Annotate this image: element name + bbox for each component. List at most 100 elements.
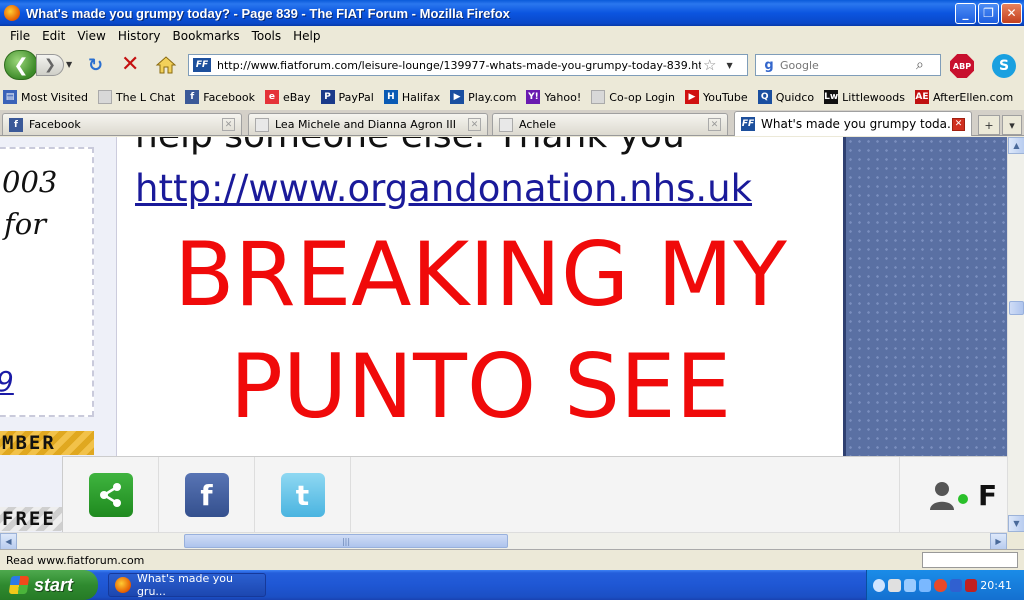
scroll-down-icon[interactable]: ▼ [1008, 515, 1024, 532]
tray-expand-icon[interactable] [873, 578, 886, 592]
share-icon [88, 473, 133, 517]
new-tab-button[interactable]: + [978, 115, 1000, 135]
menu-file[interactable]: File [4, 29, 36, 43]
bookmark-item[interactable]: H Halifax [383, 90, 441, 104]
post-headline-line-1: BREAKING MY [174, 223, 787, 326]
share-button[interactable] [63, 457, 159, 533]
facebook-icon: f [9, 117, 23, 132]
tab-grumpy-active[interactable]: FF What's made you grumpy toda... ✕ [734, 111, 972, 136]
horizontal-scroll-thumb[interactable]: ||| [184, 534, 508, 548]
forward-button[interactable]: ❯ [36, 54, 64, 76]
back-button[interactable]: ❮ [4, 50, 38, 80]
clock: 20:41 [980, 578, 1012, 592]
user-join-year: 003 [2, 165, 58, 199]
fiatforum-icon: FF [741, 117, 755, 131]
firefox-icon [4, 5, 20, 21]
url-dropdown-icon[interactable]: ▼ [726, 61, 732, 70]
start-label: start [34, 574, 74, 595]
search-icon[interactable]: ⌕ [916, 57, 924, 73]
url-input[interactable] [217, 58, 701, 72]
tab-close-icon[interactable]: ✕ [222, 118, 235, 131]
online-status-icon [958, 494, 968, 504]
tab-bar: f Facebook ✕ Lea Michele and Dianna Agro… [0, 110, 1024, 136]
bookmark-item[interactable]: Y! Yahoo! [526, 90, 581, 104]
facebook-share-button[interactable]: f [159, 457, 255, 533]
bookmark-item[interactable]: The L Chat [97, 90, 175, 104]
member-badge: MBER [0, 431, 94, 455]
page-icon [591, 90, 606, 104]
menu-tools[interactable]: Tools [246, 29, 288, 43]
bookmark-item[interactable]: P PayPal [320, 90, 374, 104]
volume-icon[interactable] [918, 578, 932, 592]
minimize-button[interactable]: _ [955, 2, 976, 24]
search-box[interactable]: g ⌕ [755, 54, 941, 76]
bookmark-item[interactable]: Q Quidco [757, 90, 814, 104]
bookmark-item[interactable]: e eBay [264, 90, 311, 104]
tab-close-icon[interactable]: ✕ [952, 117, 965, 131]
bookmark-item[interactable]: ▶ YouTube [684, 90, 748, 104]
bookmark-item[interactable]: f Facebook [185, 90, 255, 104]
reload-icon[interactable]: ↻ [88, 55, 108, 76]
horizontal-scrollbar[interactable]: ◀ ||| ▶ [0, 532, 1007, 550]
bookmark-item[interactable]: ▤ Most Visited [3, 90, 88, 104]
user-icon [928, 480, 956, 510]
security-icon[interactable] [964, 578, 978, 592]
skype-icon[interactable]: S [992, 54, 1016, 78]
adblock-icon[interactable]: ABP [950, 54, 974, 78]
tab-label: What's made you grumpy toda... [761, 117, 952, 131]
google-icon[interactable]: g [758, 56, 780, 74]
search-input[interactable] [780, 58, 916, 72]
bookmark-label: Play.com [468, 90, 517, 104]
window-titlebar[interactable]: What's made you grumpy today? - Page 839… [0, 0, 1024, 26]
vertical-scrollbar[interactable]: ▲ ▼ [1007, 137, 1024, 532]
menu-bookmarks[interactable]: Bookmarks [167, 29, 246, 43]
opera-icon[interactable] [934, 578, 947, 592]
twitter-share-button[interactable]: t [255, 457, 351, 533]
halifax-icon: H [383, 90, 398, 104]
bookmark-item[interactable]: ▶ Play.com [450, 90, 516, 104]
scroll-up-icon[interactable]: ▲ [1008, 137, 1024, 154]
post-text: help someone else. Thank you [135, 137, 685, 156]
tab-lea-michele[interactable]: Lea Michele and Dianna Agron III ✕ [248, 113, 488, 135]
wireless-icon[interactable] [903, 578, 916, 592]
bluetooth-icon[interactable] [949, 578, 962, 592]
close-button[interactable]: ✕ [1001, 2, 1022, 24]
restore-button[interactable]: ❐ [978, 2, 999, 24]
bookmark-item[interactable]: Co-op Login [591, 90, 675, 104]
stop-icon[interactable]: ✕ [121, 54, 143, 76]
home-icon[interactable] [155, 55, 177, 75]
tab-facebook[interactable]: f Facebook ✕ [2, 113, 242, 135]
bookmark-label: Littlewoods [842, 90, 905, 104]
taskbar-firefox-item[interactable]: What's made you gru... [108, 572, 266, 598]
scroll-right-icon[interactable]: ▶ [990, 533, 1007, 550]
share-bar: f t F [62, 456, 1009, 533]
tab-achele[interactable]: Achele ✕ [492, 113, 728, 135]
user-link[interactable]: 9 [0, 365, 14, 398]
bookmark-item[interactable]: Lw Littlewoods [824, 90, 905, 104]
bookmark-label: AfterEllen.com [932, 90, 1014, 104]
taskbar-item-label: What's made you gru... [136, 572, 234, 598]
system-tray: 20:41 [866, 570, 1024, 600]
bookmark-label: Halifax [401, 90, 441, 104]
menu-edit[interactable]: Edit [36, 29, 71, 43]
back-arrow-icon: ❮ [13, 54, 29, 76]
site-favicon: FF [193, 58, 211, 72]
address-bar[interactable]: FF ☆ ▼ [188, 54, 748, 76]
follow-widget[interactable]: F [899, 457, 1009, 533]
tab-close-icon[interactable]: ✕ [708, 118, 721, 131]
menu-history[interactable]: History [112, 29, 167, 43]
bookmark-item[interactable]: AE AfterEllen.com [914, 90, 1014, 104]
menu-help[interactable]: Help [287, 29, 326, 43]
history-dropdown-icon[interactable]: ▼ [66, 60, 72, 69]
network-icon[interactable] [888, 578, 901, 592]
paypal-icon: P [320, 90, 335, 104]
start-button[interactable]: start [0, 570, 98, 600]
tab-close-icon[interactable]: ✕ [468, 118, 481, 131]
post-headline-line-2: PUNTO SEE [229, 335, 732, 438]
vertical-scroll-thumb[interactable] [1009, 301, 1024, 315]
scroll-left-icon[interactable]: ◀ [0, 533, 17, 550]
menu-view[interactable]: View [71, 29, 111, 43]
organ-donation-link[interactable]: http://www.organdonation.nhs.uk [135, 167, 752, 210]
tab-list-button[interactable]: ▾ [1002, 115, 1022, 135]
bookmark-star-icon[interactable]: ☆ [703, 56, 716, 74]
